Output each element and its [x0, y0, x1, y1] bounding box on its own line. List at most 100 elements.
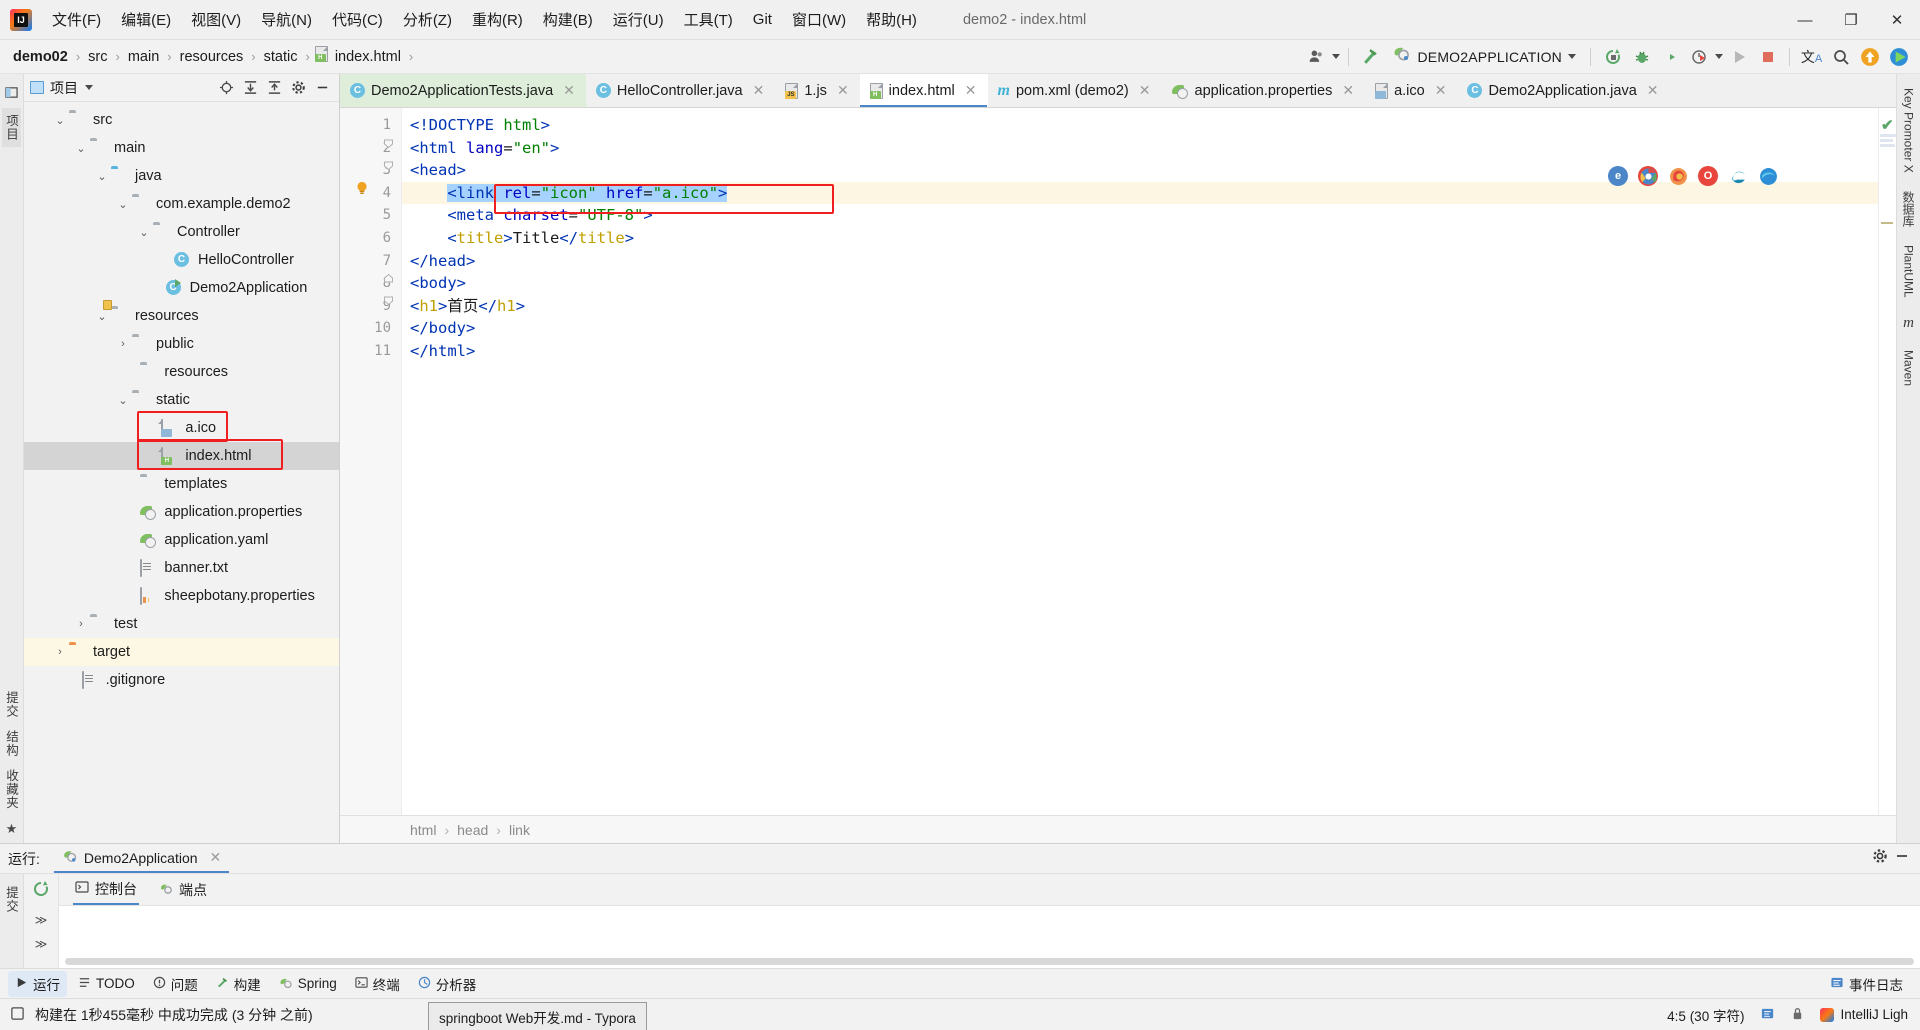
tree-item-resources[interactable]: ⌄ resources: [24, 302, 339, 330]
run-with-coverage-icon[interactable]: [1657, 44, 1684, 70]
rail-item-bookmarks[interactable]: 收藏夹: [2, 763, 21, 816]
rerun-icon[interactable]: [32, 880, 50, 903]
menu-code[interactable]: 代码(C): [322, 6, 393, 33]
menu-tools[interactable]: 工具(T): [674, 6, 743, 33]
rerun-icon[interactable]: [1599, 44, 1626, 70]
fold-marker-head-end[interactable]: [383, 273, 394, 284]
tree-item-controller[interactable]: ⌄ Controller: [24, 218, 339, 246]
ide-theme-badge[interactable]: IntelliJ Ligh: [1820, 1007, 1908, 1022]
tab-hellocontroller-java[interactable]: C HelloController.java ✕: [586, 74, 775, 107]
tab-close-icon[interactable]: ✕: [1647, 82, 1659, 99]
user-avatar-icon[interactable]: [1303, 44, 1330, 70]
bottom-crumb-link[interactable]: link: [509, 822, 530, 838]
chevron-down-icon[interactable]: [1568, 54, 1576, 59]
tree-item-static[interactable]: ⌄ static: [24, 386, 339, 414]
lightbulb-icon[interactable]: [354, 180, 370, 196]
fold-marker-head[interactable]: [383, 160, 394, 171]
lock-icon[interactable]: [1791, 1006, 1804, 1024]
tab-close-icon[interactable]: ✕: [1139, 82, 1151, 99]
breadcrumb-src[interactable]: src: [85, 47, 110, 67]
profiler-icon[interactable]: [1686, 44, 1713, 70]
rail-item-database[interactable]: 数据库: [1900, 183, 1917, 235]
tab-close-icon[interactable]: ✕: [1342, 82, 1354, 99]
tab-application-properties[interactable]: application.properties ✕: [1162, 74, 1366, 107]
minimize-icon[interactable]: [1894, 848, 1910, 869]
rail-item-project[interactable]: 项目: [2, 108, 21, 147]
bookmark-star-icon[interactable]: ★: [6, 821, 18, 837]
tree-item-java[interactable]: ⌄ java: [24, 162, 339, 190]
tab-index-html[interactable]: H index.html ✕: [859, 74, 988, 107]
status-run[interactable]: 运行: [8, 970, 67, 997]
status-todo[interactable]: TODO: [71, 973, 142, 995]
status-spring[interactable]: Spring: [272, 973, 344, 995]
project-window-icon[interactable]: [5, 86, 18, 102]
tree-item-public[interactable]: › public: [24, 330, 339, 358]
run-configuration-selector[interactable]: DEMO2APPLICATION: [1386, 43, 1582, 70]
menu-help[interactable]: 帮助(H): [856, 6, 927, 33]
chevron-down-icon[interactable]: ⌄: [116, 393, 130, 407]
chevron-down-icon[interactable]: ⌄: [74, 141, 88, 155]
tree-item-a-ico[interactable]: a.ico: [24, 414, 339, 442]
tree-item-application-yaml[interactable]: application.yaml: [24, 526, 339, 554]
select-opened-file-icon[interactable]: [215, 77, 237, 99]
tree-item--gitignore[interactable]: .gitignore: [24, 666, 339, 694]
profiler-dropdown-caret-icon[interactable]: [1715, 54, 1723, 59]
tree-item-main[interactable]: ⌄ main: [24, 134, 339, 162]
run-icon[interactable]: [1725, 44, 1752, 70]
firefox-browser-icon[interactable]: [1668, 166, 1688, 186]
console-output[interactable]: [59, 906, 1920, 968]
run-tab-close-icon[interactable]: ✕: [210, 849, 222, 866]
tree-item-com-example-demo2[interactable]: ⌄ com.example.demo2: [24, 190, 339, 218]
tree-item-src[interactable]: ⌄ src: [24, 106, 339, 134]
ie-browser-icon[interactable]: e: [1608, 166, 1628, 186]
code-editor[interactable]: <!DOCTYPE html> <html lang="en"> <head> …: [402, 108, 1878, 815]
edge-legacy-browser-icon[interactable]: [1728, 166, 1748, 186]
tab-demo2application-java[interactable]: C Demo2Application.java ✕: [1457, 74, 1669, 107]
tree-item-hellocontroller[interactable]: C HelloController: [24, 246, 339, 274]
rail-item-maven[interactable]: Maven: [1902, 342, 1916, 394]
play-media-icon[interactable]: [1885, 44, 1912, 70]
edge-browser-icon[interactable]: [1758, 166, 1778, 186]
run-tab-demo2application[interactable]: Demo2Application ✕: [53, 845, 230, 873]
breadcrumb-index-html[interactable]: index.html: [332, 47, 404, 67]
tab-close-icon[interactable]: ✕: [837, 82, 849, 99]
code-minimap[interactable]: [1879, 132, 1897, 224]
opera-browser-icon[interactable]: O: [1698, 166, 1718, 186]
tree-item-target[interactable]: › target: [24, 638, 339, 666]
breadcrumb-demo02[interactable]: demo02: [10, 47, 71, 67]
rail-item-key-promoter[interactable]: Key Promoter X: [1902, 80, 1916, 181]
menu-build[interactable]: 构建(B): [533, 6, 603, 33]
menu-analyze[interactable]: 分析(Z): [393, 6, 462, 33]
caret-position-label[interactable]: 4:5 (30 字符): [1667, 1005, 1744, 1025]
chevron-down-icon[interactable]: ⌄: [137, 225, 151, 239]
translate-icon[interactable]: 文A: [1798, 44, 1825, 70]
expand-chevrons-icon[interactable]: ≫: [35, 913, 48, 927]
taskbar-item-typora[interactable]: springboot Web开发.md - Typora: [428, 1002, 647, 1030]
chevron-right-icon[interactable]: ›: [74, 617, 88, 631]
minimize-button[interactable]: —: [1782, 0, 1828, 40]
tree-item-test[interactable]: › test: [24, 610, 339, 638]
tree-item-index-html[interactable]: Hindex.html: [24, 442, 339, 470]
status-profiler[interactable]: 分析器: [411, 971, 484, 997]
status-event-log[interactable]: 事件日志: [1823, 971, 1910, 997]
fold-marker-html[interactable]: [383, 138, 394, 149]
settings-gear-icon[interactable]: [287, 77, 309, 99]
expand-chevrons-icon-2[interactable]: ≫: [35, 937, 48, 951]
chevron-down-icon[interactable]: ⌄: [95, 169, 109, 183]
user-dropdown-caret-icon[interactable]: [1332, 54, 1341, 59]
expand-all-icon[interactable]: [239, 77, 261, 99]
breadcrumb-resources[interactable]: resources: [177, 47, 247, 67]
rail-item-structure[interactable]: 结构: [2, 724, 21, 763]
build-hammer-icon[interactable]: [1357, 44, 1384, 70]
status-terminal[interactable]: 终端: [348, 971, 407, 997]
encoding-icon[interactable]: [1760, 1006, 1775, 1024]
tree-item-demo2application[interactable]: C Demo2Application: [24, 274, 339, 302]
editor-gutter[interactable]: 1 2 3 4 5 6 7 8 9 10 11: [340, 108, 402, 815]
console-tab-endpoints[interactable]: 端点: [157, 876, 209, 904]
debug-bug-icon[interactable]: [1628, 44, 1655, 70]
menu-view[interactable]: 视图(V): [181, 6, 251, 33]
update-icon[interactable]: [1856, 44, 1883, 70]
tab-close-icon[interactable]: ✕: [563, 82, 575, 99]
search-everywhere-icon[interactable]: [1827, 44, 1854, 70]
menu-run[interactable]: 运行(U): [603, 6, 674, 33]
